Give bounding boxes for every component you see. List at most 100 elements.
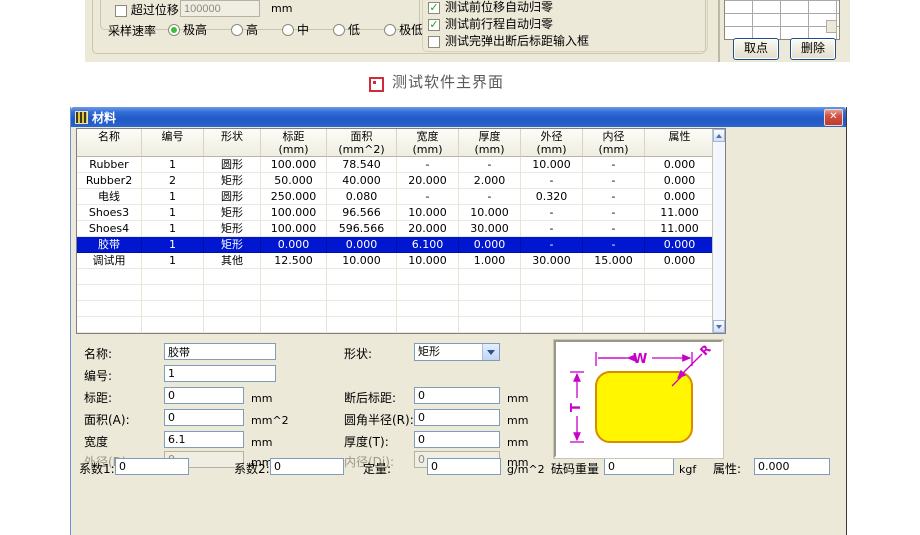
dialog-title: 材料 — [92, 109, 824, 126]
coef2-label: 系数2: — [234, 461, 270, 478]
attribute-input[interactable] — [754, 458, 830, 475]
column-header[interactable]: 名称 — [77, 129, 142, 157]
table-cell — [142, 301, 204, 317]
table-row[interactable]: Shoes41矩形100.000596.56620.00030.000--11.… — [77, 221, 712, 237]
scroll-down-icon[interactable] — [713, 320, 725, 333]
points-grid[interactable] — [724, 0, 840, 40]
width-input[interactable] — [164, 431, 244, 448]
column-header[interactable]: 属性 — [645, 129, 712, 157]
sampling-radio[interactable]: 极低 — [384, 21, 423, 38]
radio-label: 低 — [348, 21, 360, 38]
table-cell: Shoes4 — [77, 221, 142, 237]
table-row[interactable]: Rubber22矩形50.00040.00020.0002.000--0.000 — [77, 173, 712, 189]
table-cell — [521, 301, 583, 317]
table-cell: 矩形 — [204, 205, 261, 221]
gauge-input[interactable] — [164, 387, 244, 404]
column-header[interactable]: 标距(mm) — [261, 129, 327, 157]
table-cell — [397, 317, 459, 333]
table-cell — [583, 285, 645, 301]
table-cell: - — [459, 189, 521, 205]
table-cell: 100.000 — [261, 205, 327, 221]
sampling-radio[interactable]: 低 — [333, 21, 360, 38]
checkbox-icon[interactable] — [115, 5, 127, 17]
basis-weight-input[interactable] — [427, 458, 501, 475]
sampling-radio[interactable]: 极高 — [168, 21, 207, 38]
dialog-titlebar[interactable]: 材料 ✕ — [71, 107, 846, 127]
name-input[interactable] — [164, 343, 276, 360]
column-header[interactable]: 宽度(mm) — [397, 129, 459, 157]
table-cell — [583, 317, 645, 333]
corner-radius-input[interactable] — [414, 409, 500, 426]
table-cell: 78.540 — [327, 157, 397, 173]
table-cell: - — [583, 205, 645, 221]
table-cell: - — [521, 237, 583, 253]
column-header[interactable]: 内径(mm) — [583, 129, 645, 157]
table-cell — [261, 269, 327, 285]
caption: 测试软件主界面 — [392, 71, 504, 92]
table-row[interactable]: 调试用1其他12.50010.00010.0001.00030.00015.00… — [77, 253, 712, 269]
column-header[interactable]: 面积(mm^2) — [327, 129, 397, 157]
width-unit: mm — [251, 434, 272, 451]
weight-input[interactable] — [604, 458, 674, 475]
table-cell — [397, 269, 459, 285]
table-empty-row[interactable] — [77, 317, 712, 333]
table-cell: - — [583, 157, 645, 173]
table-cell: 矩形 — [204, 221, 261, 237]
radio-icon[interactable] — [384, 24, 396, 36]
radio-icon[interactable] — [168, 24, 180, 36]
coef2-input[interactable] — [270, 458, 344, 475]
table-cell — [397, 301, 459, 317]
radio-icon[interactable] — [231, 24, 243, 36]
thickness-input[interactable] — [414, 431, 500, 448]
overflow-label: 超过位移 — [131, 3, 179, 17]
table-cell — [521, 317, 583, 333]
radio-label: 极低 — [399, 21, 423, 38]
table-scrollbar[interactable] — [712, 129, 725, 333]
grid-scrollbar-piece[interactable] — [826, 20, 837, 33]
overflow-checkbox[interactable]: 超过位移 — [115, 1, 179, 18]
close-button[interactable]: ✕ — [824, 109, 843, 126]
chevron-down-icon[interactable] — [482, 344, 499, 360]
table-cell: 11.000 — [645, 205, 712, 221]
take-point-button[interactable]: 取点 — [733, 38, 779, 60]
delete-button[interactable]: 删除 — [790, 38, 836, 60]
table-cell: 10.000 — [397, 205, 459, 221]
table-row[interactable]: Shoes31矩形100.00096.56610.00010.000--11.0… — [77, 205, 712, 221]
sampling-options: 极高 高 中 低 极低 — [168, 21, 423, 38]
table-row[interactable]: 电线1圆形250.0000.080--0.320-0.000 — [77, 189, 712, 205]
sampling-radio[interactable]: 高 — [231, 21, 258, 38]
table-cell: - — [521, 173, 583, 189]
scroll-up-icon[interactable] — [713, 129, 725, 142]
shape-select[interactable]: 矩形 — [414, 343, 500, 361]
column-header[interactable]: 形状 — [204, 129, 261, 157]
table-row[interactable]: Rubber1圆形100.00078.540--10.000-0.000 — [77, 157, 712, 173]
coef1-input[interactable] — [115, 458, 189, 475]
break-gauge-unit: mm — [507, 390, 528, 407]
table-cell: 1 — [142, 189, 204, 205]
table-cell: - — [397, 157, 459, 173]
table-cell: 0.000 — [645, 237, 712, 253]
panel-divider — [718, 0, 720, 62]
break-gauge-input[interactable] — [414, 387, 500, 404]
column-header[interactable]: 厚度(mm) — [459, 129, 521, 157]
area-input[interactable] — [164, 409, 244, 426]
column-header[interactable]: 编号 — [142, 129, 204, 157]
radio-icon[interactable] — [333, 24, 345, 36]
caption-bullet-icon — [369, 77, 384, 92]
radio-icon[interactable] — [282, 24, 294, 36]
number-input[interactable] — [164, 365, 276, 382]
thickness-label: 厚度(T): — [344, 434, 389, 451]
table-cell — [521, 285, 583, 301]
column-header[interactable]: 外径(mm) — [521, 129, 583, 157]
sampling-radio[interactable]: 中 — [282, 21, 309, 38]
table-empty-row[interactable] — [77, 269, 712, 285]
table-cell — [583, 269, 645, 285]
table-cell: 胶带 — [77, 237, 142, 253]
table-cell: - — [397, 189, 459, 205]
table-cell: 0.000 — [645, 253, 712, 269]
table-empty-row[interactable] — [77, 285, 712, 301]
table-cell: 1.000 — [459, 253, 521, 269]
gauge-label: 标距: — [84, 390, 112, 407]
table-empty-row[interactable] — [77, 301, 712, 317]
table-row[interactable]: 胶带1矩形0.0000.0006.1000.000--0.000 — [77, 237, 712, 253]
